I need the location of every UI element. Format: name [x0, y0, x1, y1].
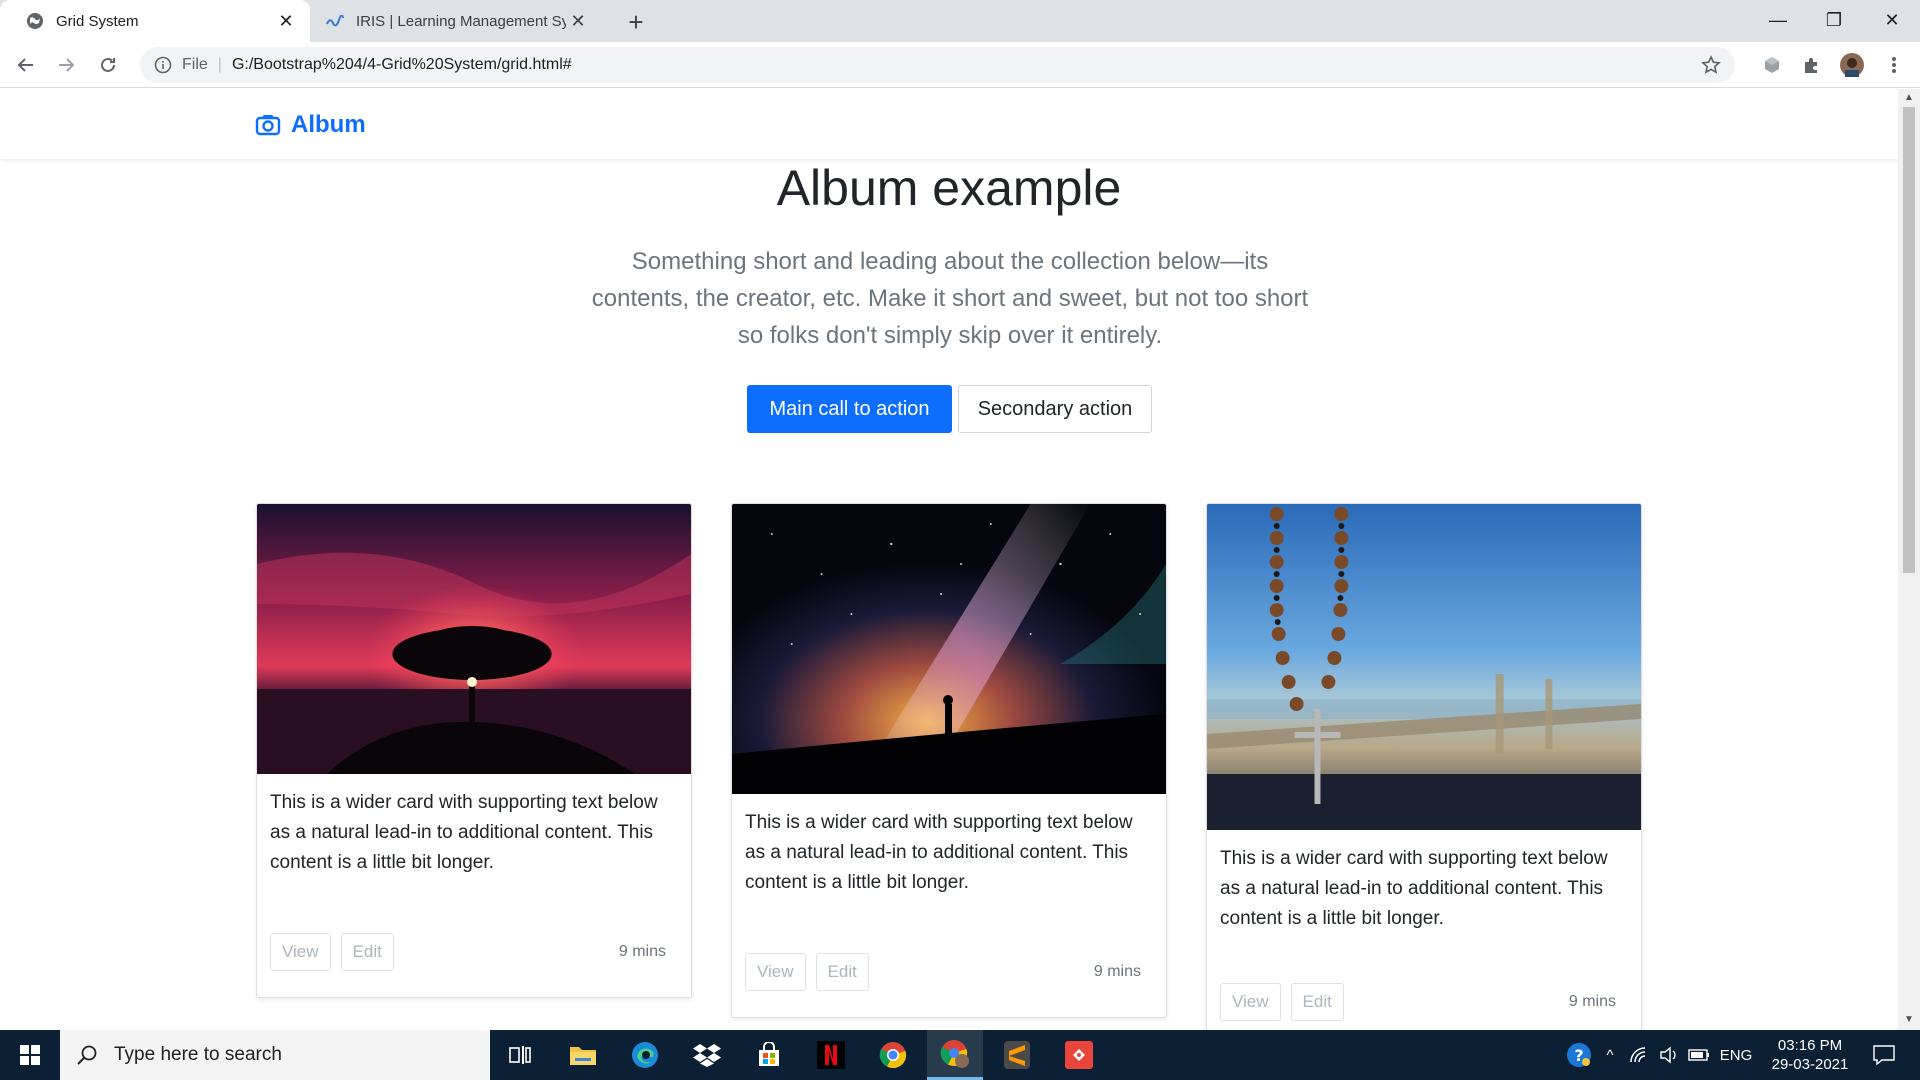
volume-icon[interactable] — [1656, 1030, 1682, 1080]
sublime-text-icon[interactable] — [989, 1030, 1045, 1080]
card-text: This is a wider card with supporting tex… — [1220, 848, 1608, 929]
card-time: 9 mins — [618, 943, 666, 960]
edit-button[interactable]: Edit — [1290, 983, 1344, 1021]
close-icon[interactable]: ✕ — [566, 9, 590, 33]
back-arrow-icon — [17, 58, 33, 72]
chrome-icon[interactable] — [865, 1030, 921, 1080]
card-footer: View Edit 9 mins — [1220, 983, 1616, 1021]
tab-title: IRIS | Learning Management Syst — [356, 12, 566, 30]
chevron-up-icon[interactable]: ^ — [1598, 1030, 1622, 1080]
album-card: This is a wider card with supporting tex… — [731, 503, 1167, 1018]
battery-icon[interactable] — [1686, 1030, 1712, 1080]
card-image-milky-way-silhouette — [732, 504, 1166, 794]
site-navbar: Album — [0, 89, 1898, 159]
notifications-icon[interactable] — [1864, 1030, 1904, 1080]
clock-time: 03:16 PM — [1777, 1037, 1843, 1054]
album-card: This is a wider card with supporting tex… — [256, 503, 692, 998]
new-tab-button[interactable]: + — [622, 7, 650, 37]
scroll-down-arrow-icon[interactable]: ▼ — [1903, 1014, 1915, 1026]
edit-button[interactable]: Edit — [815, 953, 869, 991]
help-icon[interactable]: ? — [1562, 1030, 1596, 1080]
tab-title: Grid System — [56, 12, 139, 30]
task-view-icon[interactable] — [492, 1030, 548, 1080]
dropbox-icon[interactable] — [679, 1030, 735, 1080]
edge-browser-icon[interactable] — [617, 1030, 673, 1080]
view-button[interactable]: View — [270, 933, 331, 971]
address-bar[interactable]: File | G:/Bootstrap%204/4-Grid%20System/… — [140, 47, 1735, 83]
back-button[interactable] — [10, 49, 42, 81]
card-time: 9 mins — [1568, 993, 1616, 1010]
browser-tab-bar: Grid System ✕ IRIS | Learning Management… — [0, 0, 1920, 42]
reload-button[interactable] — [92, 49, 124, 81]
git-app-icon[interactable] — [1051, 1030, 1107, 1080]
view-button[interactable]: View — [1220, 983, 1281, 1021]
scroll-up-arrow-icon[interactable]: ▲ — [1903, 92, 1915, 104]
card-footer: View Edit 9 mins — [745, 953, 1141, 991]
netflix-icon[interactable] — [803, 1030, 859, 1080]
address-url: G:/Bootstrap%204/4-Grid%20System/grid.ht… — [231, 56, 572, 73]
start-button[interactable] — [0, 1030, 60, 1080]
bookmark-star-icon[interactable] — [1701, 55, 1721, 75]
address-scheme: File — [182, 56, 208, 73]
info-icon — [154, 56, 172, 74]
minimize-button[interactable]: — — [1750, 0, 1806, 40]
scrollbar-thumb[interactable] — [1903, 107, 1915, 573]
card-footer: View Edit 9 mins — [270, 933, 666, 971]
search-icon — [77, 1045, 97, 1065]
reload-icon — [101, 57, 115, 72]
tab-grid-system[interactable]: Grid System ✕ — [0, 0, 310, 42]
close-icon[interactable]: ✕ — [274, 9, 298, 33]
windows-logo-icon — [20, 1045, 40, 1065]
brand-link[interactable]: Album — [255, 111, 366, 139]
browser-toolbar: File | G:/Bootstrap%204/4-Grid%20System/… — [0, 42, 1920, 88]
edit-button[interactable]: Edit — [340, 933, 394, 971]
hero-lead-text: Something short and leading about the co… — [591, 248, 1309, 349]
album-card: This is a wider card with supporting tex… — [1206, 503, 1642, 1030]
forward-button[interactable] — [50, 49, 82, 81]
file-explorer-icon[interactable] — [555, 1030, 611, 1080]
taskbar-search-input[interactable]: Type here to search — [60, 1030, 490, 1080]
language-indicator[interactable]: ENG — [1716, 1030, 1756, 1080]
card-time: 9 mins — [1093, 963, 1141, 980]
page-title: Album example — [776, 160, 1122, 216]
forward-arrow-icon — [59, 58, 75, 72]
main-cta-button[interactable]: Main call to action — [747, 385, 952, 433]
clock-date: 29-03-2021 — [1771, 1056, 1849, 1073]
card-image-red-sunset-tree — [257, 504, 691, 774]
card-image-rosary-seaside — [1207, 504, 1641, 830]
camera-icon — [255, 115, 281, 136]
windows-taskbar: Type here to search ? ^ ENG 03:16 PM 29-… — [0, 1030, 1920, 1080]
extension-cube-icon[interactable] — [1760, 53, 1784, 77]
wifi-icon[interactable] — [1626, 1030, 1652, 1080]
microsoft-store-icon[interactable] — [741, 1030, 797, 1080]
system-clock[interactable]: 03:16 PM 29-03-2021 — [1755, 1036, 1865, 1074]
address-separator: | — [217, 56, 222, 73]
page-scrollbar[interactable]: ▲ ▼ — [1898, 89, 1920, 1030]
close-window-button[interactable]: ✕ — [1864, 0, 1920, 40]
extensions-puzzle-icon[interactable] — [1800, 53, 1824, 77]
more-menu-icon[interactable] — [1882, 53, 1906, 77]
secondary-action-button[interactable]: Secondary action — [958, 385, 1152, 433]
chrome-profile-icon[interactable] — [927, 1030, 983, 1080]
search-placeholder: Type here to search — [114, 1044, 282, 1065]
brand-label: Album — [291, 111, 366, 138]
profile-avatar[interactable] — [1840, 53, 1864, 77]
globe-icon — [26, 12, 44, 30]
tab-iris[interactable]: IRIS | Learning Management Syst ✕ — [312, 0, 602, 42]
view-button[interactable]: View — [745, 953, 806, 991]
iris-logo-icon — [326, 12, 344, 30]
restore-button[interactable]: ❐ — [1806, 0, 1862, 40]
page-viewport: Album Album example Something short and … — [0, 89, 1898, 1030]
card-text: This is a wider card with supporting tex… — [745, 812, 1133, 893]
card-text: This is a wider card with supporting tex… — [270, 792, 658, 873]
